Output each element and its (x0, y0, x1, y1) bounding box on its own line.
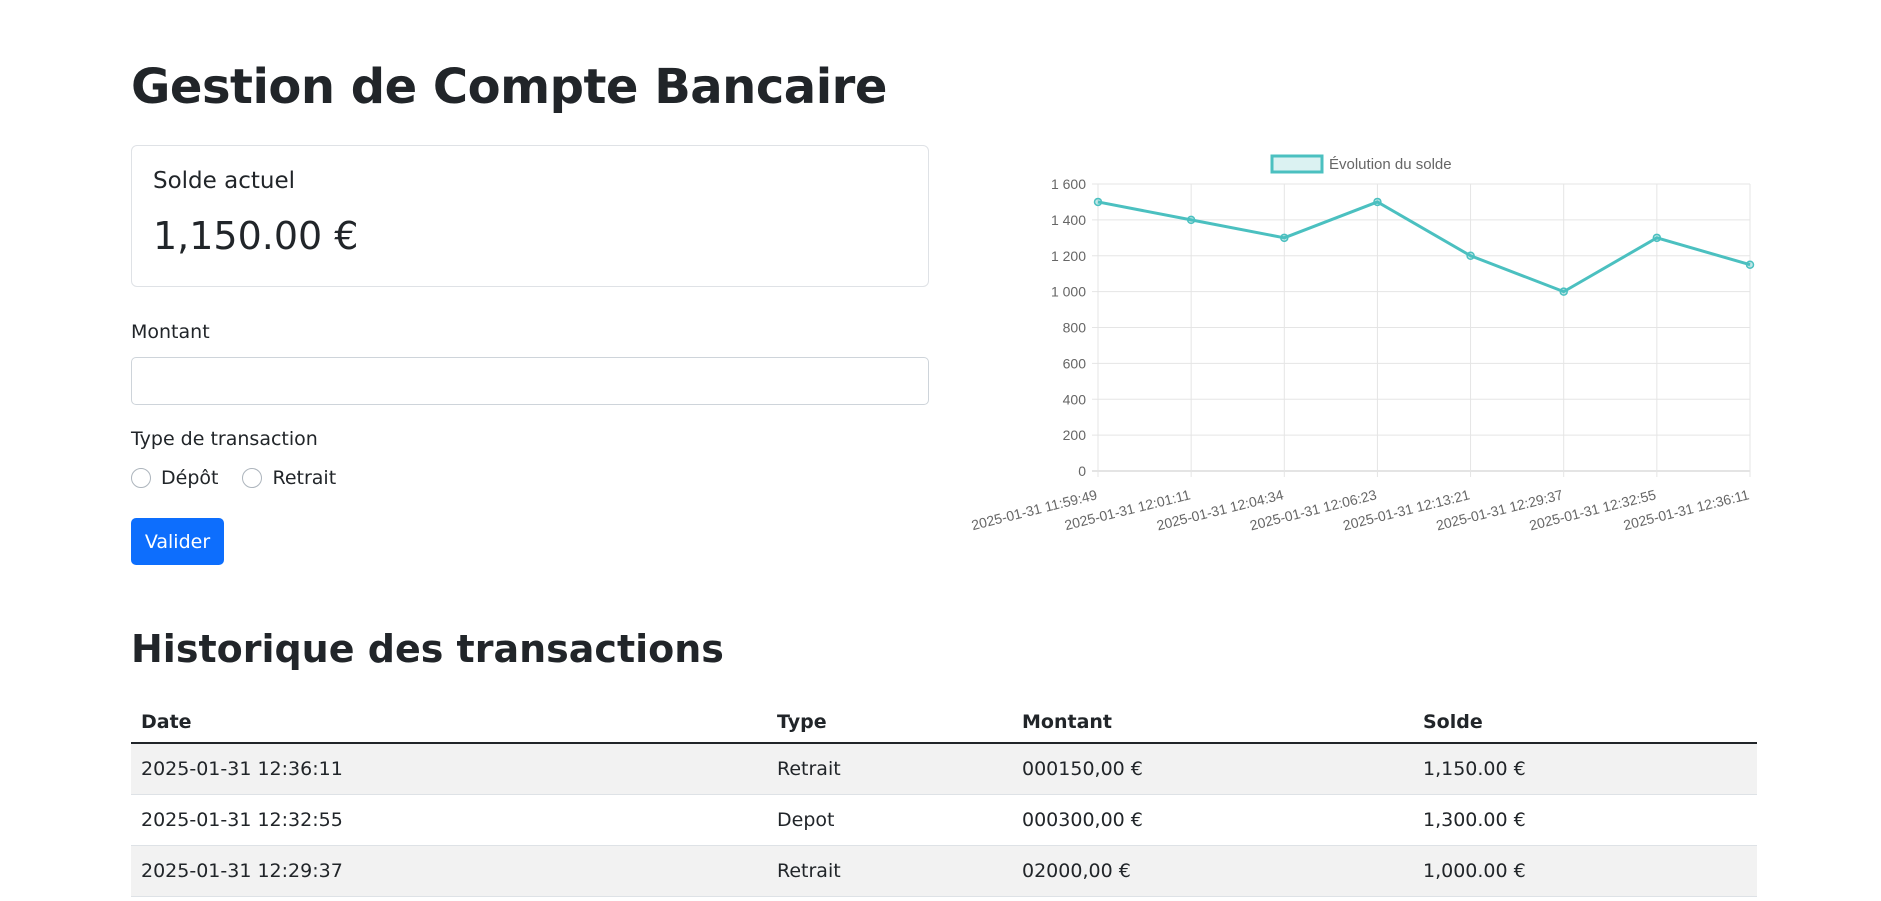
cell-balance: 1,000.00 € (1413, 845, 1757, 897)
table-header-row: Date Type Montant Solde (131, 701, 1757, 744)
amount-input[interactable] (131, 357, 929, 405)
transaction-type-group: Dépôt Retrait (131, 467, 360, 489)
y-tick-label: 1 600 (1051, 176, 1086, 192)
radio-retrait-circle[interactable] (242, 468, 263, 488)
column-header-amount: Montant (1012, 701, 1413, 744)
y-tick-label: 200 (1063, 427, 1087, 443)
table-row: 2025-01-31 12:36:11 Retrait 000150,00 € … (131, 743, 1757, 795)
transaction-type-label: Type de transaction (131, 428, 318, 450)
data-point (1466, 251, 1475, 260)
y-tick-label: 1 400 (1051, 212, 1086, 228)
cell-balance: 1,300.00 € (1413, 794, 1757, 846)
balance-label: Solde actuel (153, 168, 295, 194)
table-row: 2025-01-31 12:32:55 Depot 000300,00 € 1,… (131, 794, 1757, 846)
cell-amount: 000300,00 € (1012, 794, 1413, 846)
table-row: 2025-01-31 12:29:37 Retrait 02000,00 € 1… (131, 845, 1757, 897)
data-point (1093, 197, 1103, 207)
radio-retrait[interactable]: Retrait (242, 467, 336, 489)
history-title: Historique des transactions (131, 627, 724, 671)
y-tick-label: 400 (1063, 391, 1087, 407)
legend-swatch (1270, 154, 1324, 174)
column-header-balance: Solde (1413, 701, 1757, 744)
cell-balance: 1,150.00 € (1413, 743, 1757, 795)
y-tick-label: 1 000 (1051, 284, 1086, 300)
data-point (1652, 233, 1662, 243)
amount-label: Montant (131, 321, 210, 343)
balance-chart: 0 200 400 600 800 1 000 1 200 1 400 1 600 2025-01… (950, 150, 1770, 550)
y-tick-label: 600 (1063, 355, 1087, 371)
y-tick-label: 800 (1063, 320, 1087, 336)
radio-retrait-label[interactable]: Retrait (272, 467, 336, 489)
balance-value: 1,150.00 € (153, 214, 359, 258)
submit-button[interactable]: Valider (131, 518, 224, 565)
cell-type: Retrait (767, 743, 1012, 795)
cell-amount: 000150,00 € (1012, 743, 1413, 795)
y-tick-label: 1 200 (1051, 248, 1086, 264)
data-point (1373, 197, 1382, 207)
cell-date: 2025-01-31 12:36:11 (131, 743, 767, 795)
cell-date: 2025-01-31 12:32:55 (131, 794, 767, 846)
cell-type: Depot (767, 794, 1012, 846)
page-title: Gestion de Compte Bancaire (131, 59, 887, 115)
data-point (1280, 233, 1289, 243)
y-tick-label: 0 (1078, 463, 1086, 479)
cell-type: Retrait (767, 845, 1012, 897)
balance-chart-svg: 02004006008001 0001 2001 4001 6002025-01… (970, 154, 1755, 533)
cell-date: 2025-01-31 12:29:37 (131, 845, 767, 897)
balance-card: Solde actuel 1,150.00 € (131, 145, 929, 287)
data-point (1745, 260, 1755, 269)
transaction-table: Date Type Montant Solde 2025-01-31 12:36… (131, 701, 1757, 897)
column-header-type: Type (767, 701, 1012, 744)
radio-depot-label[interactable]: Dépôt (161, 467, 218, 489)
column-header-date: Date (131, 701, 767, 744)
radio-depot-circle[interactable] (131, 468, 151, 488)
radio-depot[interactable]: Dépôt (131, 467, 218, 489)
series-line (1097, 200, 1751, 294)
data-point (1186, 215, 1196, 225)
cell-amount: 02000,00 € (1012, 845, 1413, 897)
legend-label: Évolution du solde (1329, 156, 1452, 173)
data-point (1559, 287, 1568, 296)
